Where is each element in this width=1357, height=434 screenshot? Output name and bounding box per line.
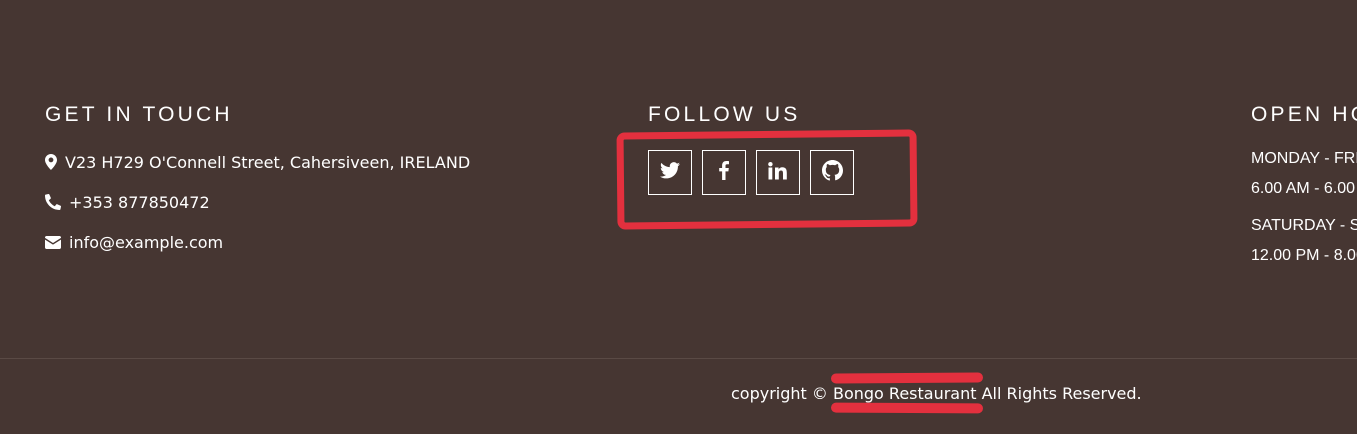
map-marker-icon — [45, 154, 57, 170]
brand-highlight-mark-bottom — [830, 402, 984, 414]
copyright-suffix: All Rights Reserved. — [981, 384, 1142, 403]
facebook-link[interactable] — [702, 150, 746, 195]
contact-address: V23 H729 O'Connell Street, Cahersiveen, … — [45, 150, 470, 174]
twitter-icon — [660, 162, 680, 183]
contact-email-text: info@example.com — [69, 232, 224, 252]
contact-list: V23 H729 O'Connell Street, Cahersiveen, … — [45, 150, 470, 270]
brand-name[interactable]: Bongo Restaurant — [830, 372, 984, 414]
copyright: copyright © Bongo Restaurant All Rights … — [731, 372, 1142, 414]
twitter-link[interactable] — [648, 150, 692, 195]
hours-column: OPEN HOURS MONDAY - FRIDAY 6.00 AM - 6.0… — [1251, 103, 1357, 264]
github-icon — [821, 160, 843, 185]
linkedin-link[interactable] — [756, 150, 800, 195]
phone-icon — [45, 194, 61, 210]
facebook-icon — [719, 161, 729, 184]
linkedin-icon — [768, 161, 788, 184]
brand-name-text: Bongo Restaurant — [832, 384, 977, 403]
follow-column: FOLLOW US — [648, 103, 1068, 195]
weekend-hours: 12.00 PM - 8.00 PM — [1251, 247, 1357, 264]
contact-email[interactable]: info@example.com — [45, 230, 470, 254]
footer-top: GET IN TOUCH V23 H729 O'Connell Street, … — [0, 0, 1357, 358]
envelope-icon — [45, 234, 61, 250]
contact-title: GET IN TOUCH — [45, 103, 233, 126]
github-link[interactable] — [810, 150, 854, 195]
footer-divider — [0, 358, 1357, 359]
social-links — [648, 150, 854, 195]
weekend-label: SATURDAY - SUNDAY — [1251, 217, 1357, 234]
copyright-prefix: copyright © — [731, 384, 828, 403]
contact-phone-text: +353 877850472 — [69, 192, 210, 212]
weekday-hours: 6.00 AM - 6.00 PM — [1251, 180, 1357, 197]
brand-highlight-mark-top — [830, 372, 984, 384]
hours-title: OPEN HOURS — [1251, 103, 1357, 126]
follow-title: FOLLOW US — [648, 103, 801, 126]
contact-phone[interactable]: +353 877850472 — [45, 190, 470, 214]
contact-column: GET IN TOUCH V23 H729 O'Connell Street, … — [45, 103, 585, 252]
weekday-label: MONDAY - FRIDAY — [1251, 150, 1357, 167]
contact-address-text: V23 H729 O'Connell Street, Cahersiveen, … — [65, 152, 471, 172]
